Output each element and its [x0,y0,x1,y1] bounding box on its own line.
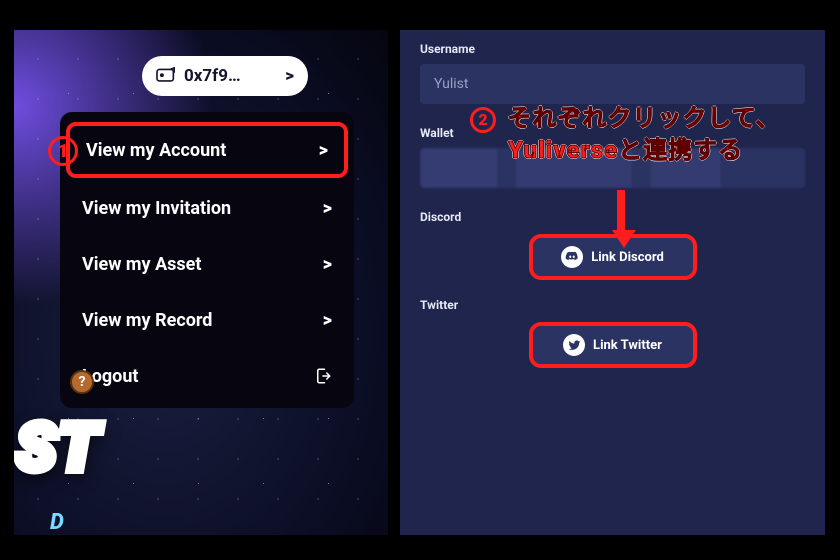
annotation-marker-2: 2 [470,107,496,133]
chevron-right-icon: > [319,140,328,161]
chevron-right-icon: > [323,198,332,219]
annotation-line-1: それぞれクリックして、 [507,104,780,132]
wallet-icon [156,67,176,85]
link-discord-label: Link Discord [591,250,664,265]
menu-item-label: View my Record [82,310,323,331]
chevron-right-icon: > [323,310,332,331]
chevron-right-icon: > [285,66,294,86]
field-label-twitter: Twitter [420,294,805,320]
bg-title-fragment: ST [16,410,100,487]
field-label-username: Username [420,38,805,64]
chevron-right-icon: > [323,254,332,275]
left-screenshot: ST D 0x7f9… > View my Account > View my … [14,30,388,535]
link-twitter-label: Link Twitter [593,338,662,353]
wallet-short-address: 0x7f9… [184,66,277,86]
arrow-down-icon [612,190,630,250]
menu-item-view-record[interactable]: View my Record > [60,292,354,348]
menu-item-label: View my Asset [82,254,323,275]
menu-item-label: View my Invitation [82,198,323,219]
link-twitter-button[interactable]: Link Twitter [533,326,693,364]
menu-item-logout[interactable]: Logout [60,348,354,404]
bg-subtitle-fragment: D [50,510,74,535]
username-value[interactable]: Yulist [420,64,805,104]
discord-icon [561,246,583,268]
help-icon[interactable]: ? [70,370,94,394]
twitter-icon [563,334,585,356]
annotation-marker-1: 1 [48,136,78,166]
wallet-pill[interactable]: 0x7f9… > [142,56,308,96]
section-twitter: Twitter Link Twitter [400,286,825,374]
account-dropdown-menu: View my Account > View my Invitation > V… [60,112,354,408]
menu-item-label: Logout [82,366,314,387]
annotation-text: 2 それぞれクリックして、 Yuliverseと連携する [428,102,823,167]
menu-item-view-asset[interactable]: View my Asset > [60,236,354,292]
menu-item-view-account[interactable]: View my Account > [66,122,348,178]
menu-item-label: View my Account [86,140,319,161]
logout-icon [314,367,332,385]
annotation-line-2: Yuliverseと連携する [508,136,743,164]
menu-item-view-invitation[interactable]: View my Invitation > [60,180,354,236]
